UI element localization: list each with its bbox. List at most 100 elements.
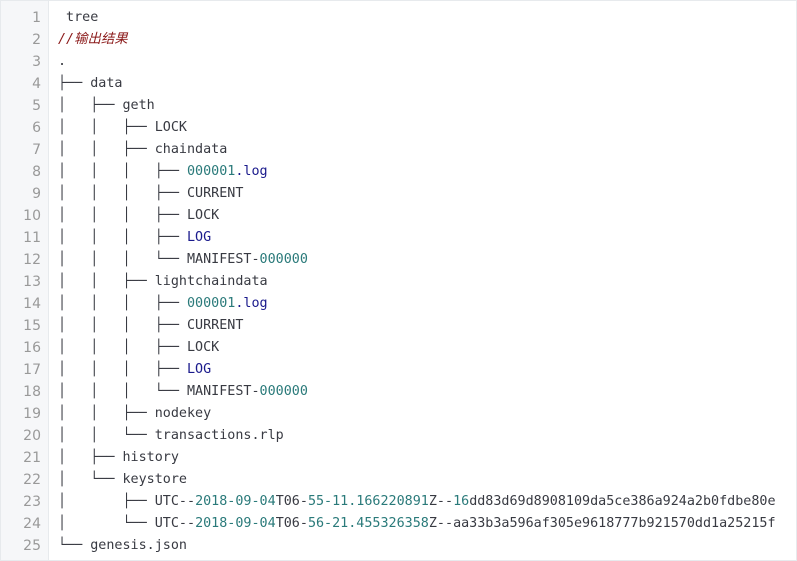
code-token: 56-21.455326358 <box>307 516 429 531</box>
line-number: 20 <box>23 428 41 444</box>
line-number: 25 <box>23 538 41 554</box>
line-code: │ │ ├── chaindata <box>58 139 227 161</box>
line-code: │ │ │ ├── LOG <box>58 227 211 249</box>
line-number: 7 <box>32 142 41 158</box>
code-token: │ │ │ ├── LOCK <box>58 340 220 355</box>
code-line: 9 │ │ │ ├── CURRENT <box>1 183 796 205</box>
code-token: T06- <box>275 516 308 531</box>
code-token: dd83d69d8908109da5ce386a924a2b0fdbe80e <box>469 494 776 509</box>
code-token: LOG <box>187 362 212 377</box>
code-line: 21 │ ├── history <box>1 447 796 469</box>
code-line: 19 │ │ ├── nodekey <box>1 403 796 425</box>
code-token: aa33b3a596af305e9618777b921570dd1a25215f <box>453 516 776 531</box>
line-number: 2 <box>32 32 41 48</box>
code-token: 000000 <box>259 252 308 267</box>
code-token: │ │ │ ├── CURRENT <box>58 318 244 333</box>
code-token: .log <box>235 164 268 179</box>
code-line: 11 │ │ │ ├── LOG <box>1 227 796 249</box>
code-token: │ │ └── transactions.rlp <box>58 428 284 443</box>
line-code: │ │ ├── nodekey <box>58 403 211 425</box>
line-number: 12 <box>23 252 41 268</box>
code-line: 25 └── genesis.json <box>1 535 796 557</box>
line-code: │ └── keystore <box>58 469 187 491</box>
line-code: . <box>58 51 66 73</box>
code-token: │ │ │ ├── <box>58 362 187 377</box>
code-line: 12 │ │ │ └── MANIFEST-000000 <box>1 249 796 271</box>
line-code: └── genesis.json <box>58 535 187 557</box>
line-code: │ │ │ ├── CURRENT <box>58 315 243 337</box>
line-code: │ │ │ └── MANIFEST-000000 <box>58 249 308 271</box>
code-token: tree <box>58 10 99 25</box>
line-code: ├── data <box>58 73 123 95</box>
code-token: │ │ ├── LOCK <box>58 120 187 135</box>
line-number: 24 <box>23 516 41 532</box>
code-token: LOG <box>187 230 212 245</box>
code-token: 2018-09-04 <box>195 494 276 509</box>
line-number: 21 <box>23 450 41 466</box>
code-line: 23 │ ├── UTC--2018-09-04T06-55-11.1662208… <box>1 491 796 513</box>
line-code: │ ├── UTC--2018-09-04T06-55-11.166220891… <box>58 491 776 513</box>
code-token: │ ├── UTC-- <box>58 494 196 509</box>
line-code: │ ├── history <box>58 447 179 469</box>
line-code: tree <box>58 7 98 29</box>
code-line: 2 //输出结果 <box>1 29 796 51</box>
line-number: 4 <box>32 76 41 92</box>
line-number: 23 <box>23 494 41 510</box>
code-token: │ │ ├── lightchaindata <box>58 274 268 289</box>
line-number: 18 <box>23 384 41 400</box>
line-code: │ │ ├── LOCK <box>58 117 187 139</box>
code-token: └── genesis.json <box>58 538 187 553</box>
code-token: │ │ ├── nodekey <box>58 406 212 421</box>
code-token: │ │ │ ├── <box>58 230 187 245</box>
code-line: 24 │ └── UTC--2018-09-04T06-56-21.4553263… <box>1 513 796 535</box>
line-number: 14 <box>23 296 41 312</box>
code-line: 3. <box>1 51 796 73</box>
code-token: │ ├── history <box>58 450 179 465</box>
code-line: 5 │ ├── geth <box>1 95 796 117</box>
code-line: 8 │ │ │ ├── 000001.log <box>1 161 796 183</box>
code-token: 55-11.166220891 <box>307 494 429 509</box>
code-line: 20 │ │ └── transactions.rlp <box>1 425 796 447</box>
line-number: 11 <box>23 230 41 246</box>
code-token: . <box>58 54 67 69</box>
line-number: 3 <box>32 54 41 70</box>
code-token: │ │ │ ├── <box>58 164 187 179</box>
code-line: 16 │ │ │ ├── LOCK <box>1 337 796 359</box>
code-line: 1 tree <box>1 7 796 29</box>
line-code: │ │ │ ├── 000001.log <box>58 293 268 315</box>
line-number: 8 <box>32 164 41 180</box>
code-token: //输出结果 <box>58 32 128 47</box>
line-number: 10 <box>23 208 41 224</box>
code-token: .log <box>235 296 268 311</box>
code-line: 22 │ └── keystore <box>1 469 796 491</box>
code-line: 10 │ │ │ ├── LOCK <box>1 205 796 227</box>
code-token: │ │ ├── chaindata <box>58 142 228 157</box>
code-token: 000000 <box>259 384 308 399</box>
line-number: 5 <box>32 98 41 114</box>
code-line: 17 │ │ │ ├── LOG <box>1 359 796 381</box>
code-line: 7 │ │ ├── chaindata <box>1 139 796 161</box>
code-line: 13 │ │ ├── lightchaindata <box>1 271 796 293</box>
line-code: │ │ │ ├── LOCK <box>58 205 219 227</box>
line-number: 17 <box>23 362 41 378</box>
code-token: │ └── UTC-- <box>58 516 196 531</box>
line-number: 22 <box>23 472 41 488</box>
code-token: 16 <box>453 494 470 509</box>
code-token: 000001 <box>187 164 236 179</box>
code-token: │ │ │ ├── <box>58 296 187 311</box>
line-code: │ │ └── transactions.rlp <box>58 425 284 447</box>
line-code: │ ├── geth <box>58 95 155 117</box>
line-code: │ │ │ ├── LOG <box>58 359 211 381</box>
line-number: 9 <box>32 186 41 202</box>
line-code: │ │ │ ├── 000001.log <box>58 161 268 183</box>
line-number: 19 <box>23 406 41 422</box>
code-line: 6 │ │ ├── LOCK <box>1 117 796 139</box>
code-block: 1 tree 2 //输出结果 3. 4 ├── data 5 │ ├── geth 6 │ │ … <box>0 0 797 561</box>
code-token: │ │ │ └── MANIFEST- <box>58 384 260 399</box>
line-code: │ │ │ └── MANIFEST-000000 <box>58 381 308 403</box>
code-line: 4 ├── data <box>1 73 796 95</box>
line-code: │ │ ├── lightchaindata <box>58 271 268 293</box>
line-code: │ │ │ ├── LOCK <box>58 337 219 359</box>
code-line: 15 │ │ │ ├── CURRENT <box>1 315 796 337</box>
code-token: Z-- <box>428 494 454 509</box>
